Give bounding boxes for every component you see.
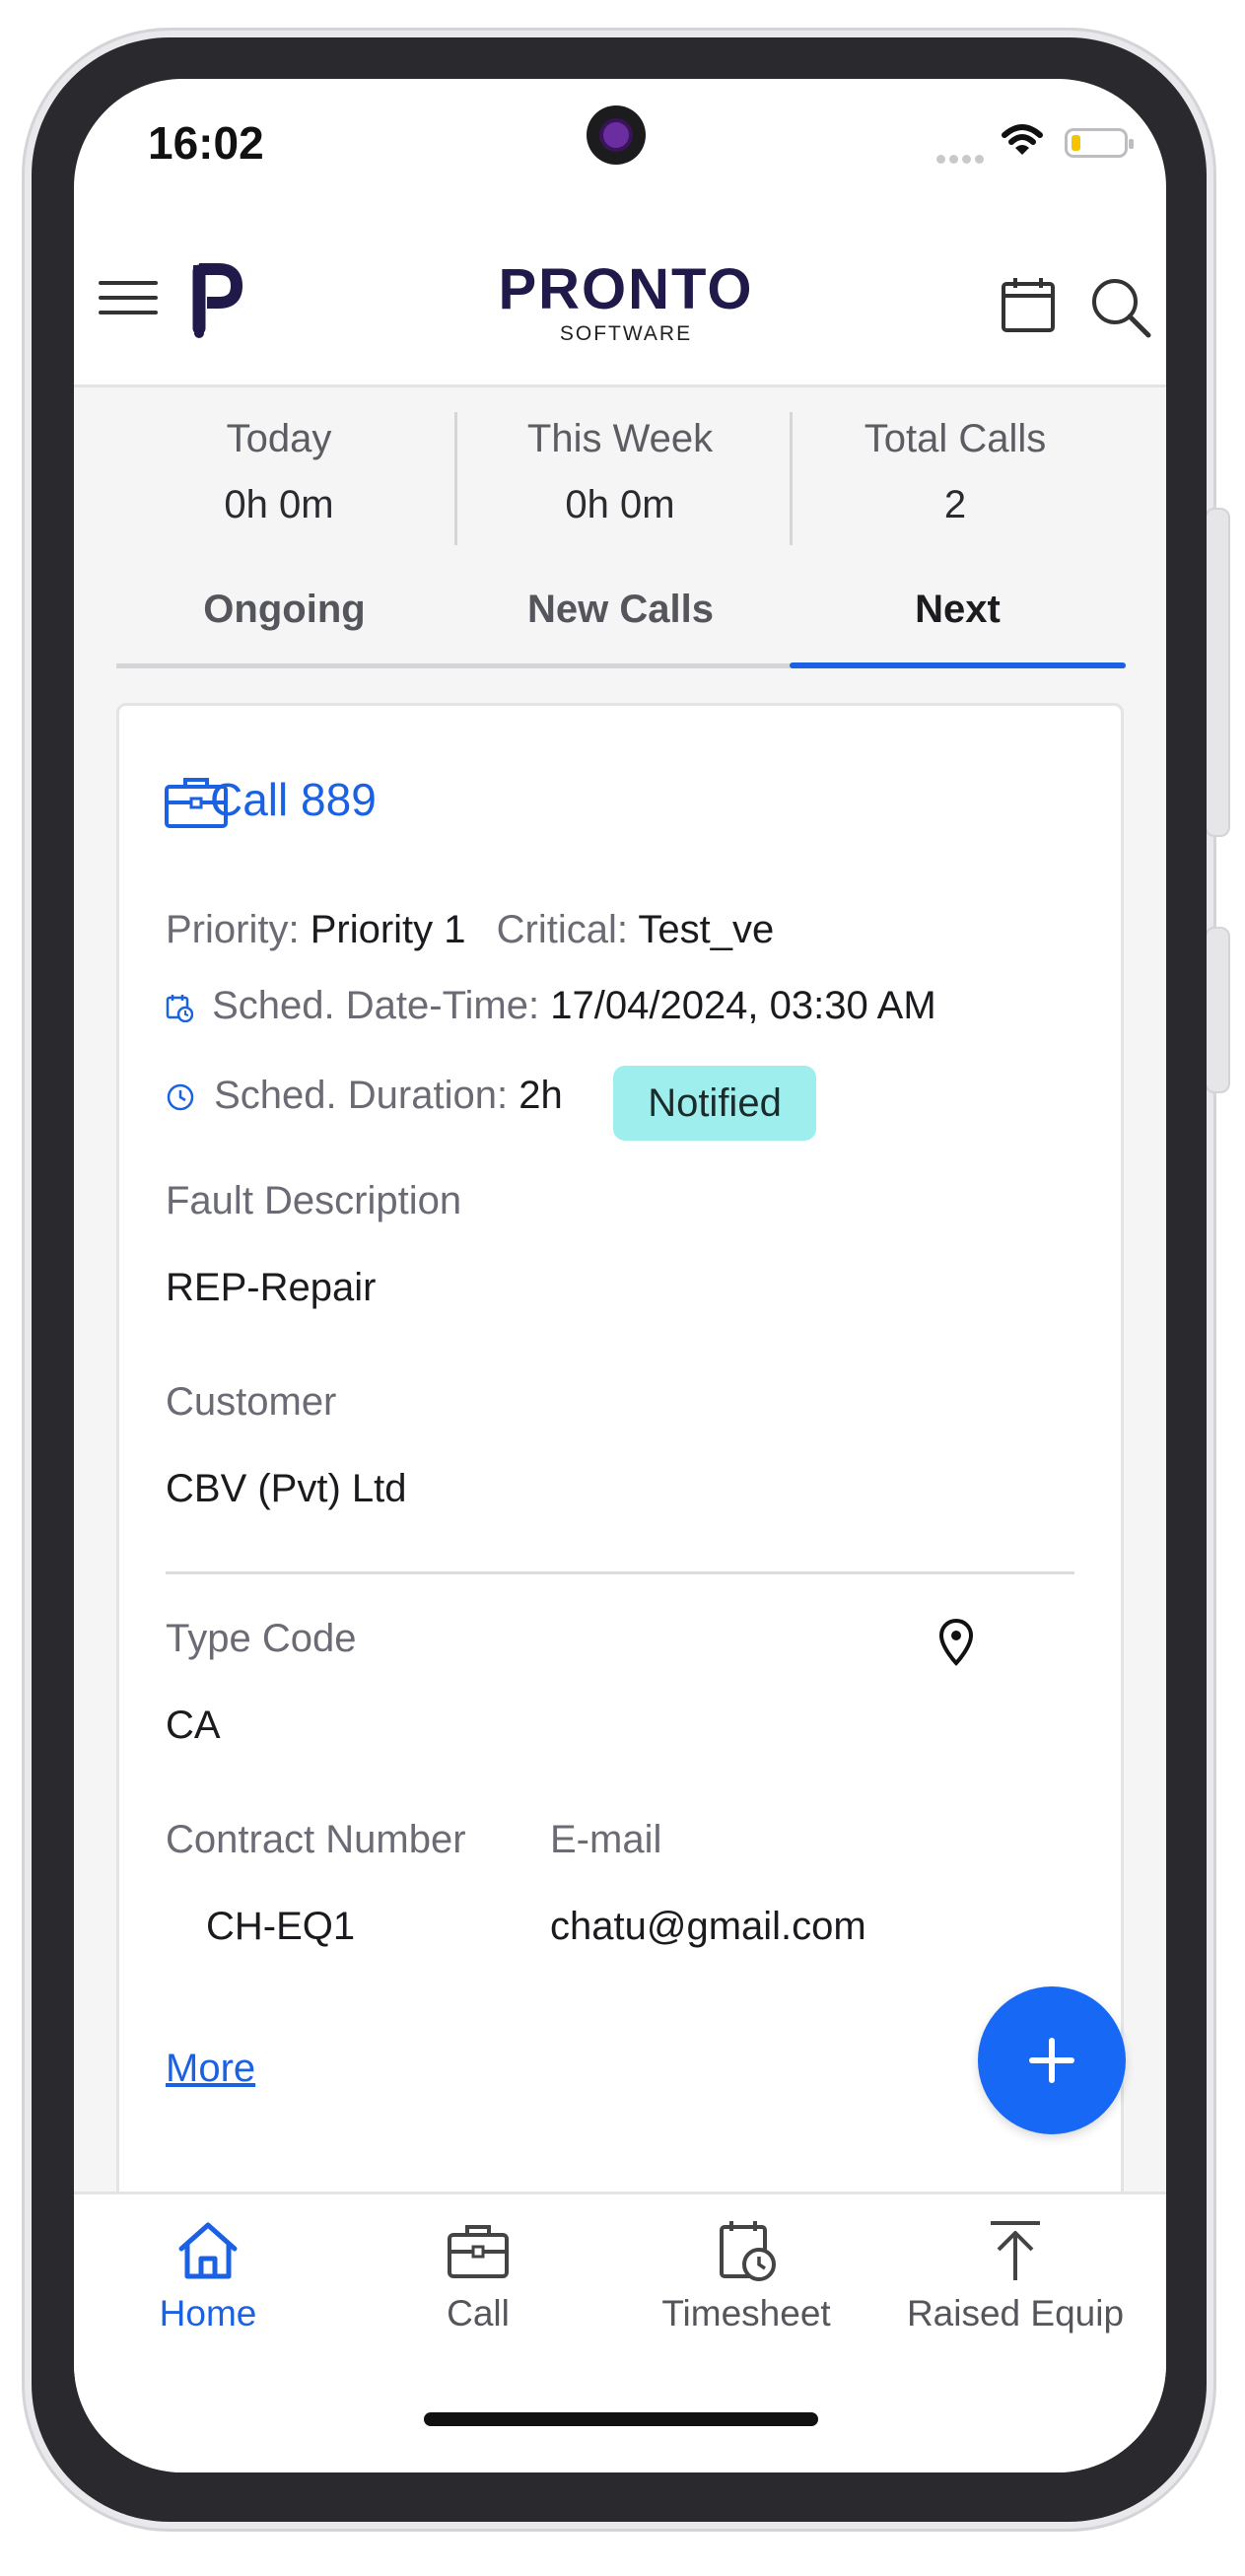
sched-datetime-label: Sched. Date-Time: (212, 984, 540, 1027)
brand-subtitle: SOFTWARE (559, 322, 693, 345)
critical-value: Test_ve (638, 908, 775, 951)
contract-number-value: CH-EQ1 (206, 1905, 356, 1948)
stat-this-week: This Week 0h 0m (457, 417, 783, 527)
stat-value: 0h 0m (565, 483, 675, 526)
call-tabs: Ongoing New Calls Next (116, 560, 1126, 668)
nav-item-raised-equip[interactable]: Raised Equip (897, 2219, 1134, 2334)
device-side-button (1205, 508, 1230, 837)
stat-value: 2 (943, 483, 967, 526)
nav-item-call[interactable]: Call (360, 2219, 596, 2334)
sched-datetime-value: 17/04/2024, 03:30 AM (550, 984, 936, 1027)
stat-today: Today 0h 0m (116, 417, 442, 527)
contract-number-label: Contract Number (166, 1818, 466, 1861)
nav-label: Raised Equip (906, 2293, 1125, 2333)
device-side-button (1205, 927, 1230, 1093)
email-label: E-mail (550, 1818, 662, 1861)
more-link[interactable]: More (166, 2047, 255, 2091)
home-icon (178, 2222, 238, 2279)
timesheet-icon (720, 2221, 776, 2281)
tab-ongoing[interactable]: Ongoing (116, 560, 452, 661)
app-screen: 16:02 PRONTO SOFTWARE Today 0h 0m This W… (74, 79, 1166, 2472)
pronto-p-logo (192, 263, 242, 338)
critical-label: Critical: (496, 908, 628, 951)
search-icon[interactable] (1089, 276, 1152, 339)
priority-row: Priority: Priority 1 Critical: Test_ve (166, 908, 774, 952)
hamburger-icon[interactable] (99, 281, 158, 326)
calendar-icon[interactable] (1001, 276, 1056, 333)
signal-icon (936, 151, 992, 164)
tab-new-calls[interactable]: New Calls (452, 560, 789, 661)
sched-duration-value: 2h (519, 1074, 563, 1117)
call-title[interactable]: Call 889 (210, 773, 377, 826)
fault-description-value: REP-Repair (166, 1266, 377, 1309)
fault-description-label: Fault Description (166, 1179, 462, 1222)
stat-value: 0h 0m (224, 483, 334, 526)
type-code-label: Type Code (166, 1617, 357, 1660)
type-code-value: CA (166, 1704, 221, 1747)
sched-duration-label: Sched. Duration: (214, 1074, 509, 1117)
location-pin-icon[interactable] (938, 1618, 974, 1667)
call-card[interactable]: Call 889 Priority: Priority 1 Critical: … (116, 703, 1124, 2241)
priority-value: Priority 1 (310, 908, 466, 951)
stat-total-calls: Total Calls 2 (793, 417, 1118, 527)
wifi-icon (1002, 124, 1043, 155)
nav-item-timesheet[interactable]: Timesheet (628, 2219, 865, 2334)
nav-item-home[interactable]: Home (90, 2219, 326, 2334)
home-indicator[interactable] (424, 2412, 818, 2426)
status-badge: Notified (613, 1066, 816, 1141)
sched-datetime-row: Sched. Date-Time: 17/04/2024, 03:30 AM (166, 984, 936, 1028)
email-value: chatu@gmail.com (550, 1905, 866, 1948)
stat-label: This Week (526, 417, 714, 460)
battery-icon (1065, 128, 1134, 158)
tab-next[interactable]: Next (790, 560, 1126, 661)
stat-label: Today (226, 417, 332, 460)
sched-duration-row: Sched. Duration: 2h (166, 1074, 563, 1118)
customer-label: Customer (166, 1380, 337, 1424)
bottom-nav: Home Call Timesheet Raised Equip (74, 2192, 1166, 2472)
brand-name: PRONTO (498, 257, 754, 321)
brand-logo: PRONTO SOFTWARE (498, 261, 754, 346)
nav-label: Home (159, 2293, 257, 2333)
clock-icon (167, 1084, 194, 1111)
add-fab-button[interactable] (978, 1986, 1126, 2134)
summary-area: Today 0h 0m This Week 0h 0m Total Calls … (74, 387, 1166, 2241)
calendar-clock-icon (166, 995, 193, 1023)
customer-value: CBV (Pvt) Ltd (166, 1467, 407, 1510)
upload-arrow-icon (991, 2221, 1040, 2280)
nav-label: Call (447, 2293, 510, 2333)
briefcase-icon (448, 2225, 509, 2278)
app-header: PRONTO SOFTWARE (74, 222, 1166, 387)
divider (166, 1571, 1074, 1574)
nav-label: Timesheet (661, 2293, 831, 2333)
tab-active-indicator (790, 662, 1126, 668)
stat-label: Total Calls (864, 417, 1047, 460)
front-camera (587, 105, 646, 165)
status-time: 16:02 (148, 117, 264, 169)
priority-label: Priority: (166, 908, 300, 951)
